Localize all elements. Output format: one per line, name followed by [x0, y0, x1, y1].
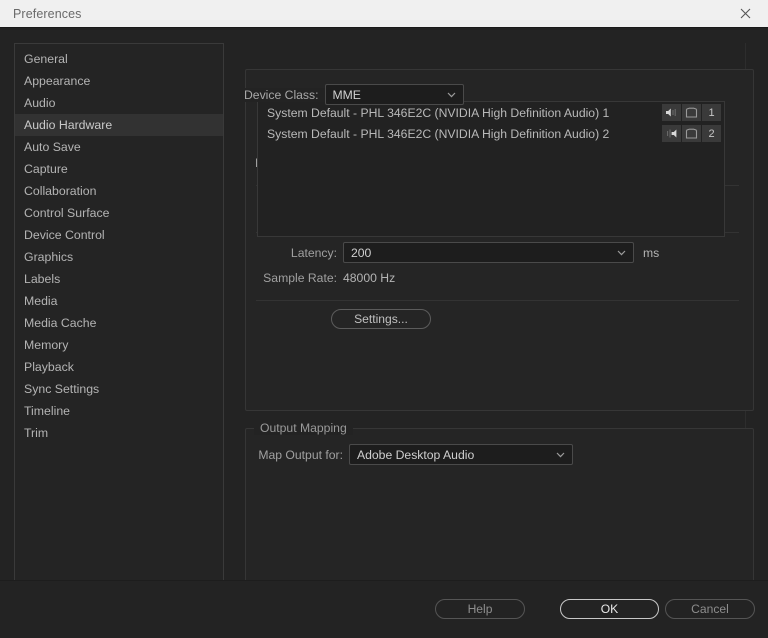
latency-unit: ms	[643, 245, 660, 260]
sidebar-item-memory[interactable]: Memory	[15, 334, 223, 356]
clip-box-icon	[685, 128, 698, 139]
chevron-down-icon	[447, 92, 456, 98]
dialog-body: General Appearance Audio Audio Hardware Auto…	[0, 27, 768, 607]
sidebar-item-capture[interactable]: Capture	[15, 158, 223, 180]
chevron-down-icon	[617, 250, 626, 256]
sidebar-item-auto-save[interactable]: Auto Save	[15, 136, 223, 158]
cancel-button[interactable]: Cancel	[665, 599, 755, 619]
sidebar-item-sync-settings[interactable]: Sync Settings	[15, 378, 223, 400]
sidebar-item-label: Media	[24, 294, 58, 308]
sample-rate-row: Sample Rate: 48000 Hz	[245, 271, 645, 285]
sample-rate-label: Sample Rate:	[263, 271, 337, 285]
channel-number: 2	[708, 127, 715, 140]
title-bar: Preferences	[0, 0, 768, 27]
sidebar-item-label: Sync Settings	[24, 382, 100, 396]
output-channel-name: System Default - PHL 346E2C (NVIDIA High…	[267, 105, 610, 120]
sidebar-item-label: Timeline	[24, 404, 71, 418]
map-output-for-row: Map Output for: Adobe Desktop Audio	[254, 444, 674, 465]
sidebar-item-appearance[interactable]: Appearance	[15, 70, 223, 92]
dialog-footer: Help OK Cancel	[0, 580, 768, 638]
output-channel-name: System Default - PHL 346E2C (NVIDIA High…	[267, 126, 610, 141]
chevron-down-icon	[556, 452, 565, 458]
output-mapping-legend: Output Mapping	[254, 421, 353, 435]
map-output-for-dropdown[interactable]: Adobe Desktop Audio	[349, 444, 573, 465]
device-class-label: Device Class:	[236, 87, 325, 102]
sidebar-item-media[interactable]: Media	[15, 290, 223, 312]
clip-box-icon	[685, 107, 698, 118]
channel-number: 1	[708, 106, 715, 119]
sidebar-item-label: Auto Save	[24, 140, 81, 154]
sidebar-item-control-surface[interactable]: Control Surface	[15, 202, 223, 224]
latency-value: 200	[351, 245, 372, 260]
sidebar-item-audio-hardware[interactable]: Audio Hardware	[15, 114, 223, 136]
settings-pane: Device Class: MME Default Input: System …	[236, 43, 754, 607]
preferences-category-list[interactable]: General Appearance Audio Audio Hardware Auto…	[14, 43, 224, 607]
latency-label: Latency:	[290, 245, 337, 260]
channel-clip-button[interactable]	[682, 125, 701, 142]
audio-settings-button[interactable]: Settings...	[331, 309, 431, 329]
sidebar-item-collaboration[interactable]: Collaboration	[15, 180, 223, 202]
output-channel-list[interactable]: System Default - PHL 346E2C (NVIDIA High…	[257, 101, 725, 237]
sidebar-item-general[interactable]: General	[15, 48, 223, 70]
sidebar-item-label: Playback	[24, 360, 74, 374]
sidebar-item-label: Media Cache	[24, 316, 97, 330]
divider-3	[256, 300, 739, 301]
sidebar-item-timeline[interactable]: Timeline	[15, 400, 223, 422]
sidebar-item-label: Device Control	[24, 228, 105, 242]
sidebar-item-labels[interactable]: Labels	[15, 268, 223, 290]
sidebar-item-audio[interactable]: Audio	[15, 92, 223, 114]
latency-row: Latency: 200 ms	[245, 242, 665, 263]
device-class-dropdown[interactable]: MME	[324, 84, 464, 105]
map-output-for-value: Adobe Desktop Audio	[357, 447, 475, 462]
sidebar-item-media-cache[interactable]: Media Cache	[15, 312, 223, 334]
sidebar-item-label: Capture	[24, 162, 68, 176]
channel-number-button[interactable]: 2	[702, 125, 721, 142]
channel-controls: 1	[662, 104, 724, 121]
channel-clip-button[interactable]	[682, 104, 701, 121]
sidebar-item-label: Labels	[24, 272, 61, 286]
close-icon	[740, 8, 750, 19]
close-button[interactable]	[722, 0, 768, 27]
sidebar-item-device-control[interactable]: Device Control	[15, 224, 223, 246]
sidebar-item-label: Trim	[24, 426, 49, 440]
channel-controls: 2	[662, 125, 724, 142]
channel-number-button[interactable]: 1	[702, 104, 721, 121]
ok-button[interactable]: OK	[560, 599, 659, 619]
help-button[interactable]: Help	[435, 599, 525, 619]
channel-pan-button[interactable]	[662, 125, 681, 142]
sidebar-item-label: Graphics	[24, 250, 74, 264]
speaker-right-icon	[667, 129, 677, 138]
output-channel-row[interactable]: System Default - PHL 346E2C (NVIDIA High…	[258, 123, 724, 144]
map-output-for-label: Map Output for:	[258, 447, 343, 462]
sidebar-item-label: General	[24, 52, 68, 66]
output-channel-row[interactable]: System Default - PHL 346E2C (NVIDIA High…	[258, 102, 724, 123]
device-class-row: Device Class: MME	[236, 84, 464, 105]
sidebar-item-label: Control Surface	[24, 206, 110, 220]
sidebar-item-label: Collaboration	[24, 184, 97, 198]
device-class-value: MME	[332, 87, 361, 102]
speaker-left-icon	[666, 108, 676, 117]
sidebar-item-label: Audio Hardware	[24, 118, 113, 132]
window-title: Preferences	[13, 6, 82, 21]
sidebar-item-label: Audio	[24, 96, 56, 110]
latency-dropdown[interactable]: 200	[343, 242, 634, 263]
sidebar-item-label: Appearance	[24, 74, 91, 88]
channel-pan-button[interactable]	[662, 104, 681, 121]
sidebar-item-label: Memory	[24, 338, 69, 352]
preferences-dialog: Preferences General Appearance Audio Audio …	[0, 0, 768, 638]
sidebar-item-playback[interactable]: Playback	[15, 356, 223, 378]
sidebar-item-trim[interactable]: Trim	[15, 422, 223, 444]
sample-rate-value: 48000 Hz	[343, 271, 396, 285]
sidebar-item-graphics[interactable]: Graphics	[15, 246, 223, 268]
